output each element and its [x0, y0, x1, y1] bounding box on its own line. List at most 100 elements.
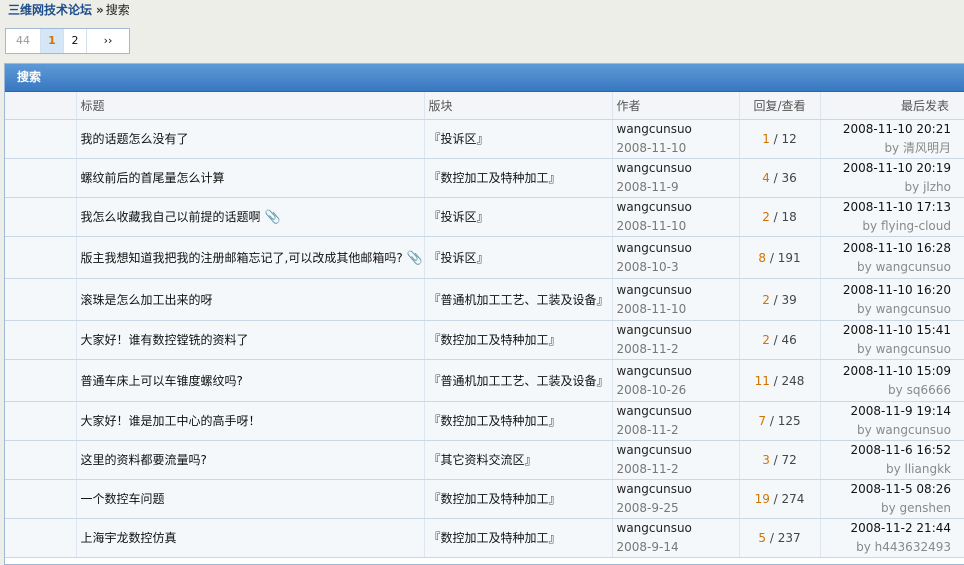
row-reply-cell: 3 / 72 [739, 440, 821, 480]
forum-link[interactable]: 『数控加工及特种加工』 [429, 531, 561, 545]
reply-count: 2 [762, 210, 770, 224]
forum-link[interactable]: 『数控加工及特种加工』 [429, 333, 561, 347]
row-forum-cell: 『数控加工及特种加工』 [424, 518, 613, 558]
last-post-time[interactable]: 2008-11-10 20:21 [825, 120, 951, 139]
reply-count: 1 [762, 132, 770, 146]
header-title: 标题 [76, 92, 425, 120]
row-title-cell: 大家好！谁是加工中心的高手呀！ [76, 401, 425, 441]
author-link[interactable]: wangcunsuo [617, 159, 739, 178]
last-post-time[interactable]: 2008-11-10 20:19 [825, 159, 951, 178]
forum-link[interactable]: 『投诉区』 [429, 132, 489, 146]
thread-title-link[interactable]: 普通车床上可以车锥度螺纹吗? [81, 374, 243, 388]
page-next-link[interactable]: ›› [87, 29, 129, 53]
row-author-cell: wangcunsuo 2008-10-3 [612, 236, 740, 279]
last-post-time[interactable]: 2008-11-6 16:52 [825, 441, 952, 460]
author-link[interactable]: wangcunsuo [617, 362, 739, 381]
author-link[interactable]: wangcunsuo [617, 441, 739, 460]
forum-link[interactable]: 『其它资料交流区』 [429, 453, 537, 467]
row-last-cell: 2008-11-10 16:28 by wangcunsuo [820, 236, 964, 279]
thread-title-link[interactable]: 我的话题怎么没有了 [81, 132, 189, 146]
row-reply-cell: 1 / 12 [739, 119, 821, 159]
view-count: 39 [781, 292, 797, 307]
last-poster-link[interactable]: wangcunsuo [876, 342, 951, 356]
row-last-cell: 2008-11-10 17:13 by flying-cloud [820, 197, 964, 237]
table-row: 我的话题怎么没有了 『投诉区』 wangcunsuo 2008-11-10 1 / 12… [5, 119, 964, 159]
last-post-time[interactable]: 2008-11-10 17:13 [825, 198, 951, 217]
reply-count: 8 [758, 250, 767, 265]
row-icon-cell [5, 158, 77, 198]
row-icon-cell [5, 518, 77, 558]
author-link[interactable]: wangcunsuo [617, 321, 739, 340]
row-last-cell: 2008-11-5 08:26 by genshen [820, 479, 964, 519]
pagination: 44 1 2 ›› [5, 28, 130, 54]
page-2-link[interactable]: 2 [64, 29, 87, 53]
forum-link[interactable]: 『数控加工及特种加工』 [429, 492, 561, 506]
thread-title-link[interactable]: 螺纹前后的首尾量怎么计算 [81, 171, 225, 185]
post-date: 2008-11-2 [616, 342, 679, 356]
last-post-time[interactable]: 2008-11-10 16:20 [825, 281, 951, 300]
header-last-post: 最后发表 [820, 92, 964, 120]
by-label: by [885, 462, 901, 476]
last-poster-link[interactable]: h443632493 [875, 540, 951, 554]
thread-title-link[interactable]: 一个数控车问题 [81, 492, 165, 506]
last-poster-link[interactable]: lliangkk [905, 462, 951, 476]
last-post-time[interactable]: 2008-11-9 19:14 [825, 402, 952, 421]
author-link[interactable]: wangcunsuo [617, 402, 739, 421]
thread-title-link[interactable]: 我怎么收藏我自己以前提的话题啊 [81, 210, 261, 224]
post-date: 2008-9-14 [616, 540, 679, 554]
row-last-cell: 2008-11-10 15:41 by wangcunsuo [820, 320, 964, 360]
view-count: 237 [777, 531, 801, 545]
table-row: 这里的资料都要流量吗? 『其它资料交流区』 wangcunsuo 2008-11-2 3… [5, 440, 964, 480]
table-row: 普通车床上可以车锥度螺纹吗? 『普通机加工工艺、工装及设备』 wangcunsuo 2… [5, 359, 964, 402]
last-post-time[interactable]: 2008-11-10 15:09 [825, 362, 951, 381]
last-poster-link[interactable]: genshen [900, 501, 951, 515]
row-icon-cell [5, 320, 77, 360]
row-title-cell: 我的话题怎么没有了 [76, 119, 425, 159]
by-label: by [856, 540, 871, 554]
author-link[interactable]: wangcunsuo [617, 519, 739, 538]
thread-title-link[interactable]: 上海宇龙数控仿真 [81, 531, 177, 545]
row-author-cell: wangcunsuo 2008-11-10 [612, 278, 740, 321]
row-icon-cell [5, 119, 77, 159]
last-poster-link[interactable]: 清风明月 [903, 141, 951, 155]
reply-count: 5 [758, 531, 767, 545]
panel-title: 搜索 [5, 64, 964, 92]
view-count: 72 [781, 453, 797, 467]
post-date: 2008-10-3 [616, 259, 679, 274]
forum-link[interactable]: 『投诉区』 [429, 251, 489, 265]
thread-title-link[interactable]: 大家好！谁有数控镗铣的资料了 [81, 333, 249, 347]
last-post-time[interactable]: 2008-11-5 08:26 [825, 480, 952, 499]
row-last-cell: 2008-11-10 20:21 by 清风明月 [820, 119, 964, 159]
last-poster-link[interactable]: flying-cloud [881, 219, 951, 233]
author-link[interactable]: wangcunsuo [617, 120, 739, 139]
thread-title-link[interactable]: 滚珠是怎么加工出来的呀 [81, 293, 213, 307]
last-poster-link[interactable]: jlzho [923, 180, 951, 194]
row-last-cell: 2008-11-6 16:52 by lliangkk [820, 440, 964, 480]
thread-title-link[interactable]: 这里的资料都要流量吗? [81, 453, 207, 467]
last-post-time[interactable]: 2008-11-2 21:44 [825, 519, 952, 538]
forum-link[interactable]: 『数控加工及特种加工』 [429, 171, 561, 185]
breadcrumb-forum-link[interactable]: 三维网技术论坛 [8, 3, 92, 17]
row-forum-cell: 『数控加工及特种加工』 [424, 320, 613, 360]
author-link[interactable]: wangcunsuo [617, 281, 739, 300]
thread-title-link[interactable]: 大家好！谁是加工中心的高手呀！ [81, 414, 261, 428]
forum-link[interactable]: 『数控加工及特种加工』 [429, 414, 561, 428]
last-poster-link[interactable]: sq6666 [907, 383, 951, 397]
page-total-count: 44 [6, 29, 41, 53]
author-link[interactable]: wangcunsuo [617, 480, 739, 499]
last-post-time[interactable]: 2008-11-10 15:41 [825, 321, 951, 340]
by-label: by [857, 342, 872, 356]
forum-link[interactable]: 『普通机加工工艺、工装及设备』 [429, 293, 609, 307]
forum-link[interactable]: 『投诉区』 [429, 210, 489, 224]
thread-title-link[interactable]: 版主我想知道我把我的注册邮箱忘记了,可以改成其他邮箱吗? [81, 251, 403, 265]
row-title-cell: 上海宇龙数控仿真 [76, 518, 425, 558]
forum-link[interactable]: 『普通机加工工艺、工装及设备』 [429, 374, 609, 388]
last-poster-link[interactable]: wangcunsuo [876, 260, 951, 274]
last-post-time[interactable]: 2008-11-10 16:28 [825, 239, 951, 258]
row-icon-cell [5, 236, 77, 279]
last-poster-link[interactable]: wangcunsuo [876, 302, 951, 316]
row-reply-cell: 7 / 125 [739, 401, 821, 441]
author-link[interactable]: wangcunsuo [617, 239, 739, 258]
author-link[interactable]: wangcunsuo [617, 198, 739, 217]
last-poster-link[interactable]: wangcunsuo [876, 423, 951, 437]
